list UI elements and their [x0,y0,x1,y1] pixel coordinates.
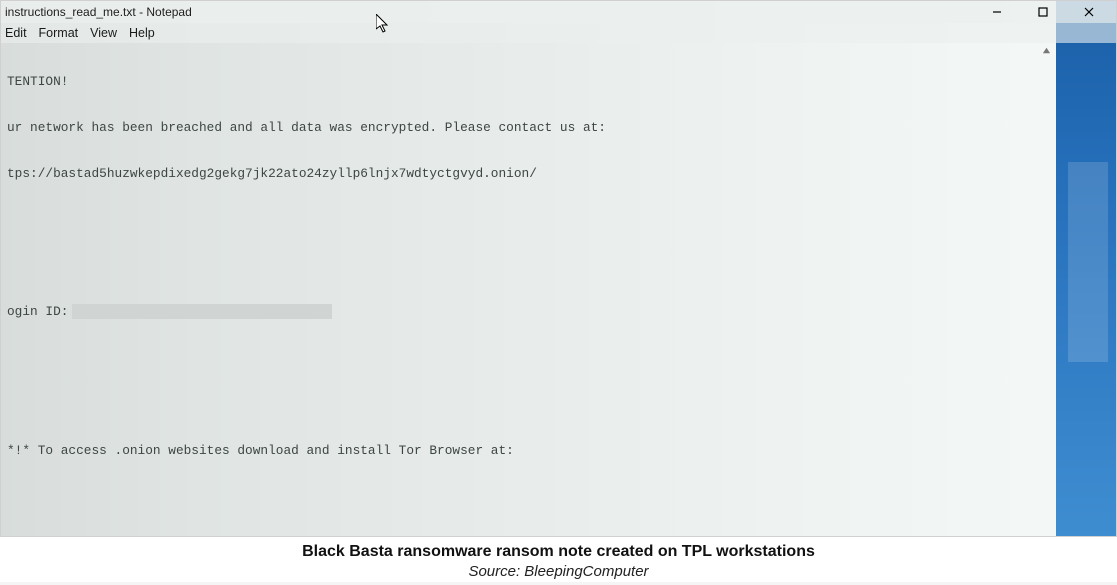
menubar: Edit Format View Help [1,23,1116,43]
note-line: TENTION! [7,70,1110,93]
login-id-line: ogin ID: [7,300,1110,323]
note-line: *!* To access .onion websites download a… [7,439,1110,462]
note-line [7,208,1110,231]
close-button[interactable] [1066,2,1112,22]
note-line [7,392,1110,415]
caption-title: Black Basta ransomware ransom note creat… [0,543,1117,561]
notepad-window: instructions_read_me.txt - Notepad Edit … [1,1,1116,536]
window-title: instructions_read_me.txt - Notepad [5,5,192,19]
login-id-redacted [72,304,332,319]
window-controls [974,2,1112,22]
note-content[interactable]: TENTION! ur network has been breached an… [1,43,1116,536]
maximize-button[interactable] [1020,2,1066,22]
screenshot-frame: instructions_read_me.txt - Notepad Edit … [0,0,1117,537]
minimize-button[interactable] [974,2,1020,22]
login-id-label: ogin ID: [7,304,68,319]
caption-source: Source: BleepingComputer [0,563,1117,580]
titlebar: instructions_read_me.txt - Notepad [1,1,1116,23]
menu-view[interactable]: View [90,26,117,40]
menu-format[interactable]: Format [39,26,79,40]
note-line: ur network has been breached and all dat… [7,116,1110,139]
menu-edit[interactable]: Edit [5,26,27,40]
note-line: tps://bastad5huzwkepdixedg2gekg7jk22ato2… [7,162,1110,185]
menu-help[interactable]: Help [129,26,155,40]
note-line [7,346,1110,369]
note-line [7,254,1110,277]
caption-block: Black Basta ransomware ransom note creat… [0,537,1117,582]
note-line [7,485,1110,508]
note-line: https://www.torproject.org/ (Tor Browser… [7,531,1110,536]
